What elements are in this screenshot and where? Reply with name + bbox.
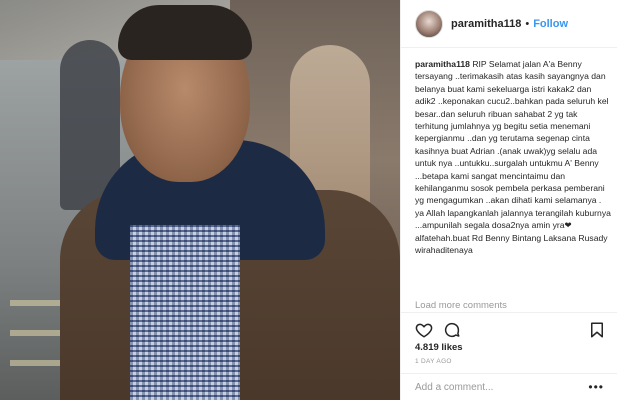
caption-line: ...betapa kami sangat mencintaimu dan <box>415 170 566 181</box>
heart-icon[interactable] <box>415 321 433 339</box>
photo-hair <box>118 5 252 60</box>
likes-count[interactable]: 4.819 likes <box>415 342 463 353</box>
follow-button[interactable]: Follow <box>533 18 568 30</box>
more-options-icon[interactable]: ••• <box>588 380 604 394</box>
caption-line: kehilanganmu sosok pembela perkasa <box>415 183 562 194</box>
post-caption: paramitha118 RIP Selamat jalan A'a Benny… <box>415 58 611 257</box>
comment-input[interactable] <box>415 381 585 393</box>
post-header: paramitha118 • Follow <box>401 0 617 48</box>
post-timestamp: 1 DAY AGO <box>415 358 452 365</box>
avatar[interactable] <box>415 9 443 38</box>
action-bar <box>401 312 617 342</box>
bookmark-icon[interactable] <box>588 321 606 339</box>
header-separator: • <box>525 17 530 30</box>
post-sidebar: paramitha118 • Follow paramitha118 RIP S… <box>400 0 617 400</box>
caption-line: Rd Benny Bintang Laksana Rusady <box>471 232 608 243</box>
comment-bar: ••• <box>401 373 617 400</box>
comment-icon[interactable] <box>443 321 461 339</box>
caption-line: ..keponakan cucu2..bahkan pada seluruh <box>437 96 596 107</box>
header-username[interactable]: paramitha118 <box>451 18 521 30</box>
photo-shirt <box>130 225 240 400</box>
caption-username[interactable]: paramitha118 <box>415 59 470 69</box>
caption-line: RIP Selamat jalan A'a Benny <box>472 59 582 69</box>
post-photo[interactable] <box>0 0 400 400</box>
caption-text: RIP Selamat jalan A'a Benny tersayang ..… <box>415 59 611 255</box>
caption-line: wirahaditenaya <box>415 245 473 256</box>
load-more-comments-link[interactable]: Load more comments <box>415 300 507 311</box>
caption-line: tersayang ..terimakasih atas kasih <box>415 71 545 82</box>
caption-line: ..untukku..surgalah untukmu A' Benny <box>454 158 599 169</box>
